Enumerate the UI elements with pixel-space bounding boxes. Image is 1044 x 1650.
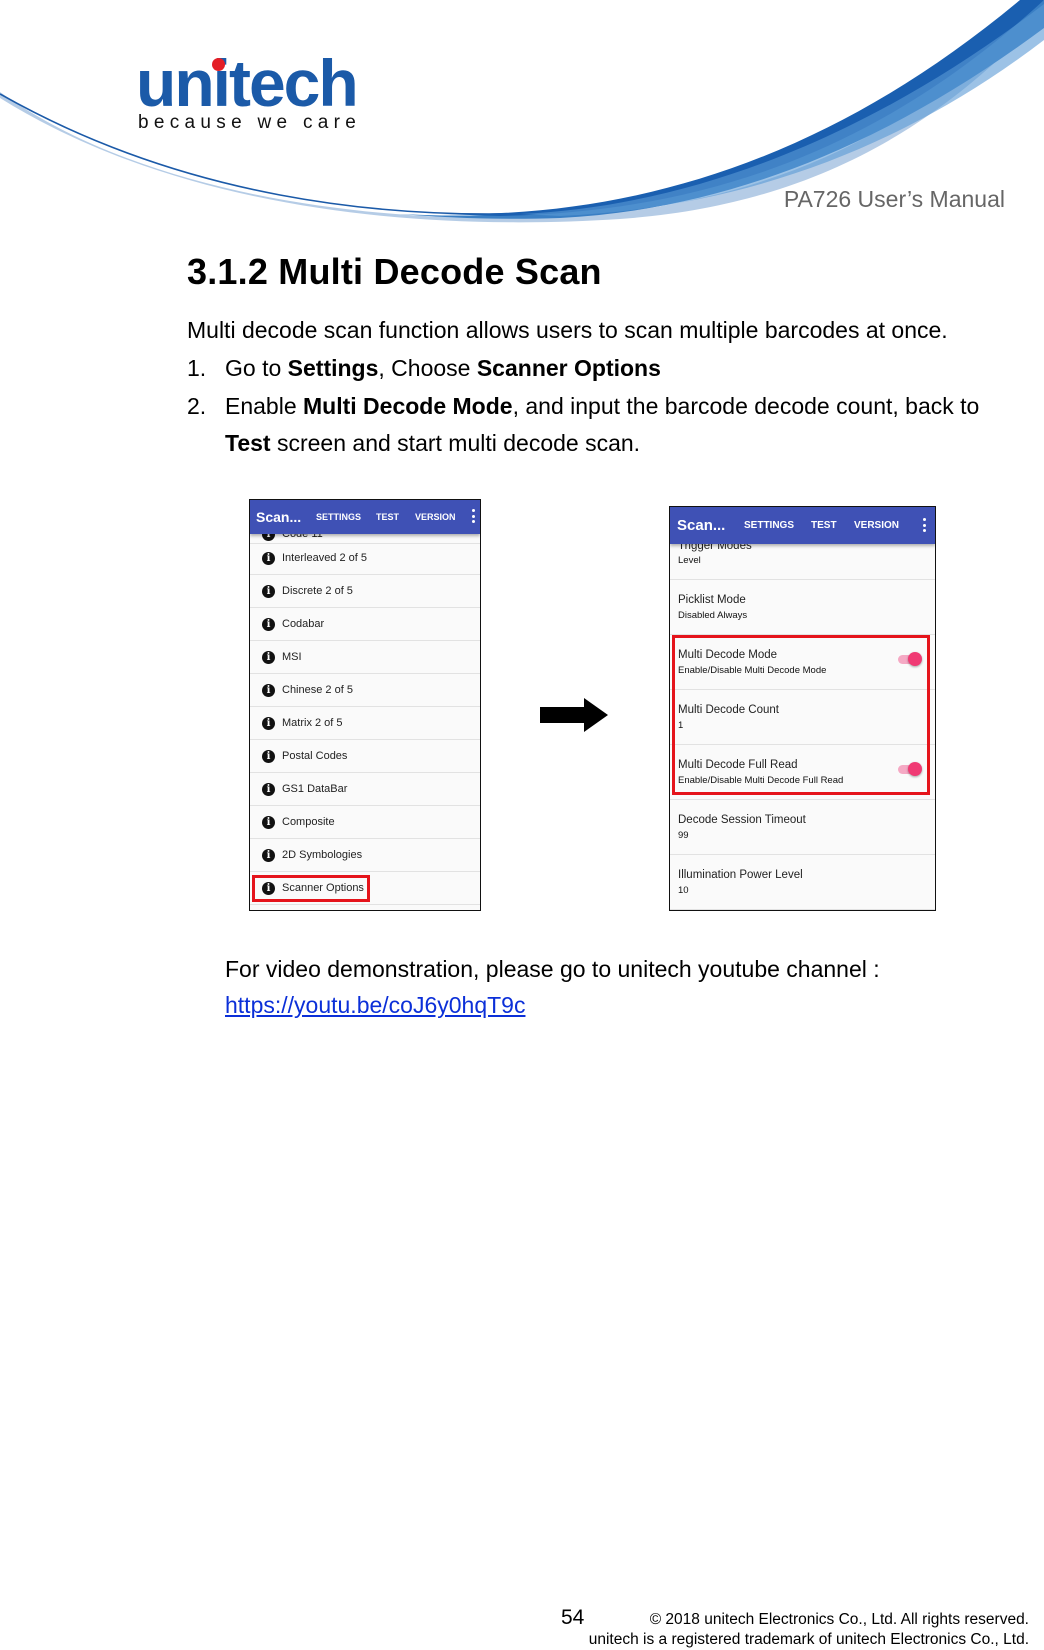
step-text: Enable: [225, 393, 304, 419]
info-icon: i: [262, 651, 275, 664]
info-icon: i: [262, 618, 275, 631]
unitech-logo: unitech: [136, 46, 359, 120]
app-title: Scan...: [677, 517, 726, 534]
info-icon: i: [262, 816, 275, 829]
overflow-menu-icon[interactable]: [923, 518, 926, 535]
screenshot-settings-list: Scan... SETTINGS TEST VERSION i Code 11 i I…: [249, 499, 481, 911]
symbology-label: MSI: [282, 651, 302, 663]
tab-settings[interactable]: SETTINGS: [744, 520, 794, 531]
setting-value: 99: [678, 830, 689, 841]
setting-value: Disabled Always: [678, 610, 748, 621]
step-text: Go to: [225, 355, 288, 381]
info-icon: i: [262, 717, 275, 730]
info-icon: i: [262, 783, 275, 796]
step-emphasis-settings: Settings: [287, 355, 379, 381]
setting-value: Level: [678, 555, 701, 566]
symbology-label: Postal Codes: [282, 750, 348, 762]
step-number: 2.: [187, 393, 207, 419]
info-icon: i: [262, 585, 275, 598]
symbology-list-item[interactable]: i Composite: [250, 806, 480, 839]
step-emphasis-multi-decode-mode: Multi Decode Mode: [303, 393, 513, 419]
step-text: , Choose: [378, 355, 477, 381]
step-emphasis-test: Test: [225, 430, 271, 456]
symbology-list-item[interactable]: i GS1 DataBar: [250, 773, 480, 806]
app-bar: Scan... SETTINGS TEST VERSION: [250, 500, 480, 534]
step-number: 1.: [187, 355, 207, 381]
symbology-label: Matrix 2 of 5: [282, 717, 343, 729]
video-demo-text: For video demonstration, please go to un…: [225, 956, 880, 982]
step-2: 2. Enable Multi Decode Mode, and input th…: [187, 395, 979, 418]
info-icon: i: [262, 552, 275, 565]
step-text: , and input the barcode decode count, ba…: [512, 393, 980, 419]
screenshot-scanner-options: Scan... SETTINGS TEST VERSION Trigger Mo…: [669, 506, 936, 911]
symbology-list-item[interactable]: i Discrete 2 of 5: [250, 575, 480, 608]
symbology-list-item[interactable]: i Chinese 2 of 5: [250, 674, 480, 707]
tab-version[interactable]: VERSION: [854, 520, 899, 531]
symbology-label: 2D Symbologies: [282, 849, 363, 861]
symbology-label: Interleaved 2 of 5: [282, 552, 368, 564]
symbology-list-item[interactable]: i MSI: [250, 641, 480, 674]
app-bar: Scan... SETTINGS TEST VERSION: [670, 507, 935, 544]
symbology-list-item[interactable]: i Matrix 2 of 5: [250, 707, 480, 740]
step-2-continued: Test screen and start multi decode scan.: [225, 432, 640, 455]
logo-tagline: because we care: [138, 112, 362, 133]
symbology-list-item[interactable]: i Codabar: [250, 608, 480, 641]
multi-decode-highlight-box: [672, 635, 930, 795]
scanner-options-highlight-box: [252, 875, 370, 902]
symbology-label: Chinese 2 of 5: [282, 684, 353, 696]
setting-title: Illumination Power Level: [678, 869, 803, 881]
step-emphasis-scanner-options: Scanner Options: [476, 355, 661, 381]
tab-test[interactable]: TEST: [376, 512, 399, 522]
symbology-label: Discrete 2 of 5: [282, 585, 353, 597]
overflow-menu-icon[interactable]: [472, 509, 475, 526]
step-text: screen and start multi decode scan.: [270, 430, 641, 456]
tab-settings[interactable]: SETTINGS: [316, 512, 361, 522]
settings-row[interactable]: Illumination Power Level 10: [670, 855, 935, 910]
symbology-list-item[interactable]: i Postal Codes: [250, 740, 480, 773]
page-number: 54: [561, 1606, 585, 1629]
info-icon: i: [262, 849, 275, 862]
app-title: Scan...: [256, 509, 302, 525]
symbology-list-item[interactable]: i Interleaved 2 of 5: [250, 542, 480, 575]
intro-paragraph: Multi decode scan function allows users …: [187, 317, 948, 343]
trademark-text: unitech is a registered trademark of uni…: [588, 1631, 1029, 1648]
logo-red-dot: [212, 58, 225, 71]
info-icon: i: [262, 750, 275, 763]
setting-title: Decode Session Timeout: [678, 814, 806, 826]
video-link-wrapper: https://youtu.be/coJ6y0hqT9c: [225, 994, 525, 1017]
copyright-text: © 2018 unitech Electronics Co., Ltd. All…: [649, 1611, 1029, 1628]
settings-row[interactable]: Decode Session Timeout 99: [670, 800, 935, 855]
tab-version[interactable]: VERSION: [415, 512, 456, 522]
manual-title: PA726 User’s Manual: [783, 186, 1005, 212]
section-title: 3.1.2 Multi Decode Scan: [187, 251, 602, 292]
symbology-list-item[interactable]: i 2D Symbologies: [250, 839, 480, 872]
settings-row[interactable]: Picklist Mode Disabled Always: [670, 580, 935, 635]
symbology-label: Composite: [282, 816, 335, 828]
symbology-label: Codabar: [282, 618, 325, 630]
tab-test[interactable]: TEST: [811, 520, 837, 531]
setting-value: 10: [678, 885, 689, 896]
setting-title: Picklist Mode: [678, 594, 746, 606]
info-icon: i: [262, 684, 275, 697]
right-arrow-icon: [540, 698, 608, 732]
symbology-label: GS1 DataBar: [282, 783, 348, 795]
youtube-link[interactable]: https://youtu.be/coJ6y0hqT9c: [225, 992, 525, 1018]
step-1: 1. Go to Settings, Choose Scanner Options: [187, 357, 661, 380]
